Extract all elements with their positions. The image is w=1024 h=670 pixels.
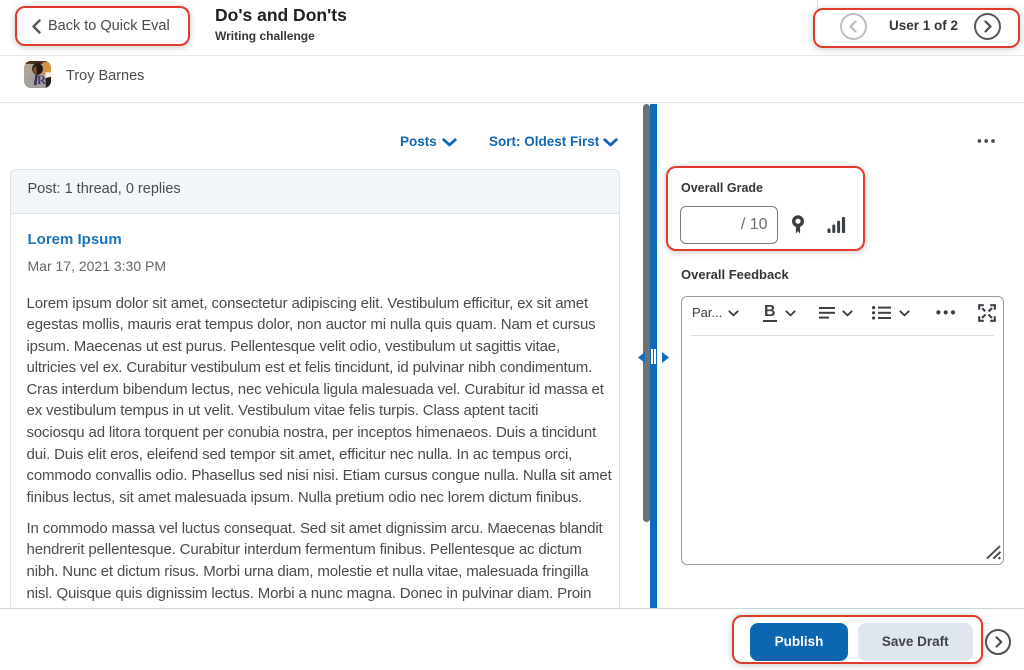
svg-text:R: R: [36, 73, 46, 87]
